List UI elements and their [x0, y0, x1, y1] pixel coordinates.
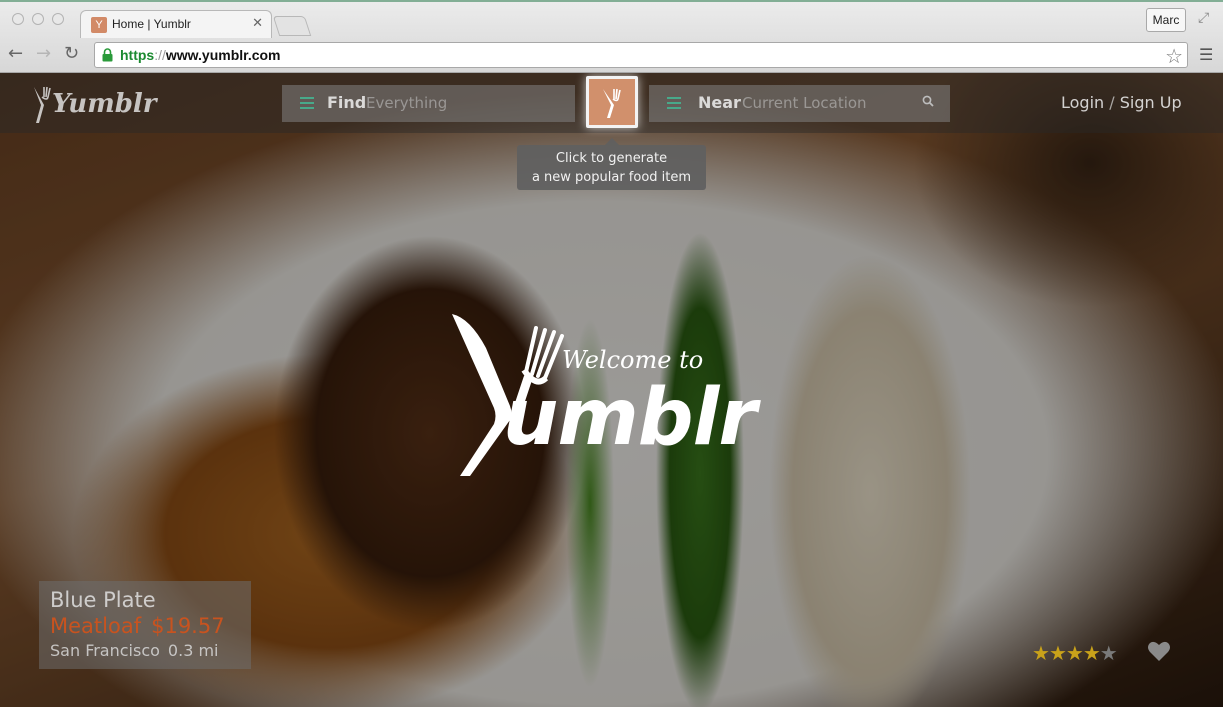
login-separator: / [1109, 93, 1115, 112]
star-filled-icon[interactable]: ★ [1083, 642, 1101, 664]
minimize-window-button[interactable] [32, 13, 44, 25]
signup-link[interactable]: Sign Up [1120, 93, 1182, 112]
tooltip-line-2: a new popular food item [531, 170, 692, 185]
url-separator: :// [154, 47, 166, 63]
login-signup-link[interactable]: Login / Sign Up [1061, 93, 1182, 112]
near-input[interactable] [742, 91, 912, 115]
near-location-box[interactable]: Near [649, 85, 950, 122]
fullscreen-icon[interactable]: ⤢ [1198, 10, 1209, 26]
lock-icon [102, 48, 113, 62]
login-link[interactable]: Login [1061, 93, 1104, 112]
url-text: https://www.yumblr.com [120, 47, 281, 63]
address-bar[interactable]: https://www.yumblr.com ☆ [94, 42, 1188, 68]
site-logo[interactable]: Yumblr [30, 81, 156, 127]
yumblr-page: Yumblr Find Near Login / Sign Up [0, 73, 1223, 707]
new-tab-button[interactable] [272, 16, 312, 36]
favicon-icon: Y [91, 17, 107, 33]
url-scheme: https [120, 47, 155, 63]
list-icon [667, 97, 681, 112]
restaurant-name[interactable]: Blue Plate [50, 587, 251, 613]
close-tab-icon[interactable]: ✕ [252, 16, 263, 31]
heart-icon[interactable] [1147, 640, 1171, 662]
find-search-box[interactable]: Find [282, 85, 575, 122]
generate-tooltip: Click to generate a new popular food ite… [517, 138, 706, 190]
search-icon[interactable] [922, 95, 934, 107]
tooltip-line-1: Click to generate [555, 151, 668, 166]
site-logo-text: Yumblr [52, 89, 157, 119]
generate-food-button[interactable] [586, 76, 638, 128]
dish-price: $19.57 [151, 614, 225, 638]
fork-y-icon [603, 88, 621, 118]
star-filled-icon[interactable]: ★ [1066, 642, 1084, 664]
back-arrow-icon[interactable]: ← [8, 44, 23, 64]
dish-name[interactable]: Meatloaf [50, 614, 141, 638]
list-icon [300, 97, 314, 112]
location-line: San Francisco 0.3 mi [50, 640, 251, 662]
city-name: San Francisco [50, 641, 160, 660]
dish-line: Meatloaf $19.57 [50, 613, 251, 640]
welcome-text: Welcome to [562, 346, 704, 374]
browser-tab[interactable]: Y Home | Yumblr ✕ [80, 10, 272, 38]
browser-menu-icon[interactable]: ☰ [1199, 45, 1213, 64]
window-top-edge [0, 0, 1223, 2]
brand-wordmark: umblr [503, 373, 757, 463]
star-filled-icon[interactable]: ★ [1049, 642, 1067, 664]
close-window-button[interactable] [12, 13, 24, 25]
tab-title: Home | Yumblr [112, 17, 191, 31]
reload-icon[interactable]: ↻ [64, 44, 79, 64]
bookmark-star-icon[interactable]: ☆ [1165, 44, 1183, 69]
find-label: Find [327, 93, 367, 112]
find-input[interactable] [366, 91, 561, 115]
fork-logo-icon [34, 86, 51, 123]
near-label: Near [698, 93, 741, 112]
featured-item-card[interactable]: Blue Plate Meatloaf $19.57 San Francisco 0… [39, 581, 251, 669]
star-empty-icon[interactable]: ★ [1100, 642, 1118, 664]
zoom-window-button[interactable] [52, 13, 64, 25]
distance: 0.3 mi [167, 641, 219, 660]
rating-stars[interactable]: ★★★★★ [1032, 642, 1118, 664]
forward-arrow-icon[interactable]: → [36, 44, 51, 64]
browser-chrome: Y Home | Yumblr ✕ Marc ⤢ ← → ↻ https://w… [0, 0, 1223, 73]
star-filled-icon[interactable]: ★ [1032, 642, 1050, 664]
profile-button[interactable]: Marc [1146, 8, 1186, 32]
url-host: www.yumblr.com [165, 47, 281, 63]
site-header: Yumblr Find Near Login / Sign Up [0, 73, 1223, 133]
